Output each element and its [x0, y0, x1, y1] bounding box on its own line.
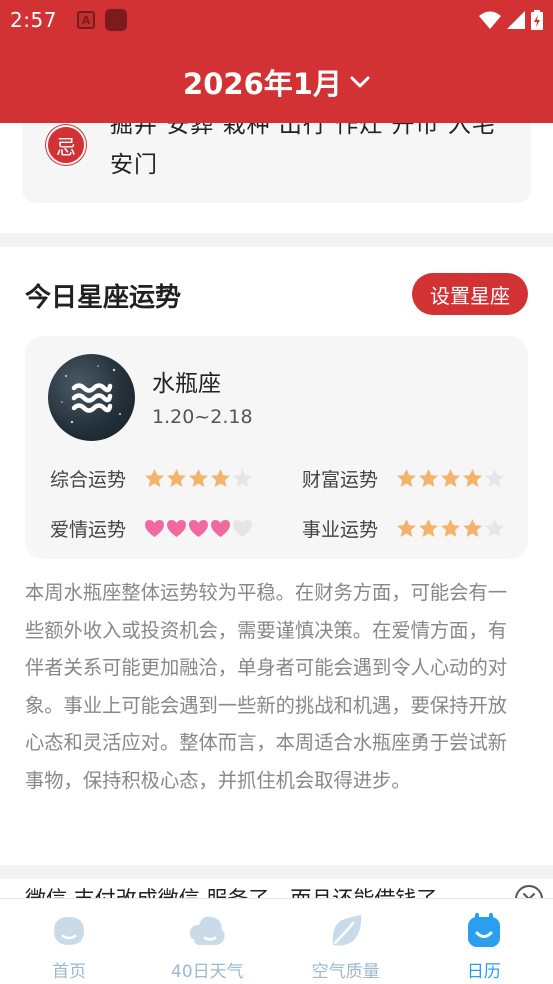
- set-sign-button[interactable]: 设置星座: [412, 273, 528, 315]
- home-icon: [54, 917, 85, 945]
- chevron-down-icon: [350, 76, 370, 87]
- star-empty-icon: [233, 469, 252, 487]
- heart-filled-icon: [167, 520, 186, 537]
- rating-stars: [144, 468, 253, 489]
- star-filled-icon: [463, 469, 482, 487]
- fortune-overall: 综合运势: [50, 465, 253, 492]
- nav-label: 40日天气: [171, 962, 244, 982]
- rating-stars: [396, 468, 505, 489]
- sign-name: 水瓶座: [152, 371, 221, 397]
- star-filled-icon: [419, 519, 438, 537]
- nav-item-40day-weather[interactable]: 40日天气: [138, 899, 276, 984]
- weather-icon: [190, 916, 226, 945]
- ji-badge: 忌: [46, 125, 86, 165]
- heart-filled-icon: [189, 520, 208, 537]
- sign-dates: 1.20~2.18: [152, 406, 253, 428]
- star-filled-icon: [145, 469, 164, 487]
- bottom-nav: 首页 40日天气 空气质量 日历: [0, 898, 553, 984]
- nav-label: 首页: [52, 962, 87, 982]
- fortune-wealth: 财富运势: [302, 465, 505, 492]
- section-title: 今日星座运势: [25, 283, 182, 313]
- ji-items: 掘井 安葬 栽种 出行 作灶 开市 入宅 安门: [110, 123, 496, 178]
- star-filled-icon: [167, 469, 186, 487]
- rating-hearts: [144, 518, 253, 539]
- article-title: 微信 支付改成微信 服务了，而且还能借钱了: [25, 883, 495, 898]
- status-bar: 2:57 A: [0, 0, 553, 40]
- month-title: 2026年1月: [183, 66, 342, 101]
- fortune-label: 爱情运势: [50, 519, 127, 541]
- nav-label: 空气质量: [311, 962, 380, 982]
- heart-filled-icon: [211, 520, 230, 537]
- nav-item-calendar[interactable]: 日历: [415, 899, 553, 984]
- almanac-card: 忌 掘井 安葬 栽种 出行 作灶 开市 入宅 安门: [22, 123, 531, 203]
- star-empty-icon: [485, 469, 504, 487]
- battery-icon: [531, 10, 543, 30]
- signal-icon: [507, 11, 525, 29]
- app-notification-icon: A: [76, 11, 95, 29]
- sign-card[interactable]: 水瓶座 1.20~2.18 综合运势 财富运势 爱情运势 事业运势: [25, 336, 528, 559]
- wifi-icon: [479, 11, 501, 29]
- close-icon[interactable]: [515, 885, 543, 898]
- heart-empty-icon: [233, 520, 252, 537]
- nav-label: 日历: [466, 962, 501, 982]
- calendar-icon: [467, 913, 500, 947]
- fortune-label: 事业运势: [302, 519, 379, 541]
- star-filled-icon: [397, 519, 416, 537]
- aquarius-icon: [48, 354, 135, 441]
- rating-stars: [396, 518, 505, 539]
- fortune-label: 综合运势: [50, 469, 127, 491]
- app-header: 2026年1月: [0, 40, 553, 123]
- status-time: 2:57: [10, 8, 57, 32]
- fortune-love: 爱情运势: [50, 515, 253, 542]
- heart-filled-icon: [145, 520, 164, 537]
- star-filled-icon: [441, 519, 460, 537]
- scroll-content[interactable]: 忌 掘井 安葬 栽种 出行 作灶 开市 入宅 安门 今日星座运势 设置星座 水瓶…: [0, 123, 553, 898]
- horoscope-section: 今日星座运势 设置星座 水瓶座 1.20~2.18 综合运势 财富运势 爱情运势…: [0, 247, 553, 865]
- month-picker[interactable]: 2026年1月: [183, 61, 370, 103]
- fortune-career: 事业运势: [302, 515, 505, 542]
- almanac-section: 忌 掘井 安葬 栽种 出行 作灶 开市 入宅 安门: [0, 123, 553, 233]
- app-notification-square-icon: [104, 9, 127, 31]
- horoscope-description: 本周水瓶座整体运势较为平稳。在财务方面，可能会有一些额外收入或投资机会，需要谨慎…: [25, 581, 508, 792]
- star-filled-icon: [419, 469, 438, 487]
- star-filled-icon: [397, 469, 416, 487]
- article-teaser[interactable]: 微信 支付改成微信 服务了，而且还能借钱了: [0, 879, 553, 898]
- star-filled-icon: [441, 469, 460, 487]
- leaf-icon: [332, 915, 361, 946]
- star-filled-icon: [189, 469, 208, 487]
- nav-item-home[interactable]: 首页: [0, 899, 138, 984]
- fortune-label: 财富运势: [302, 469, 379, 491]
- star-empty-icon: [485, 519, 504, 537]
- star-filled-icon: [463, 519, 482, 537]
- star-filled-icon: [211, 469, 230, 487]
- nav-item-air-quality[interactable]: 空气质量: [277, 899, 415, 984]
